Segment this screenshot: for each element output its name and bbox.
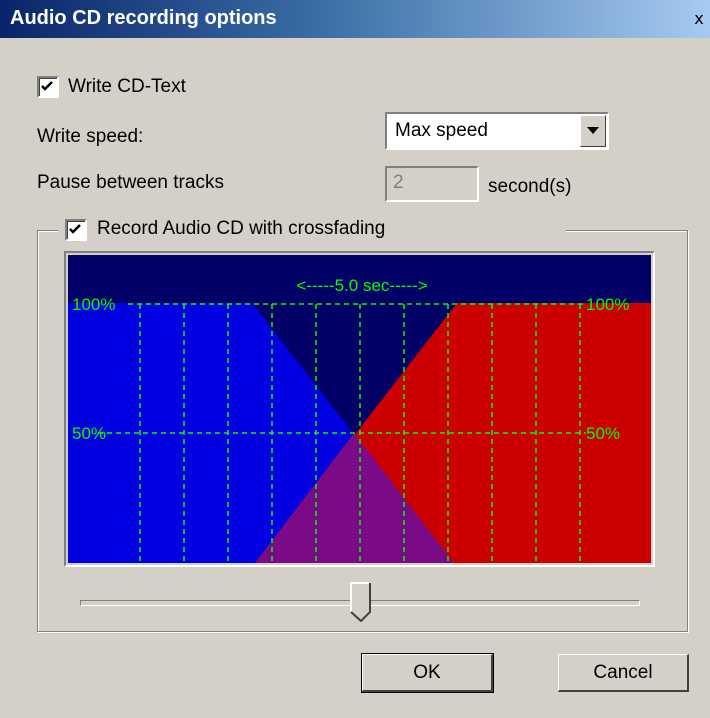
crossfade-graph: <-----5.0 sec-----> 100% 50% 100% 50% bbox=[68, 255, 651, 563]
crossfade-graph-frame: <-----5.0 sec-----> 100% 50% 100% 50% bbox=[64, 251, 655, 567]
write-speed-label: Write speed: bbox=[37, 126, 144, 147]
left-50-label: 50% bbox=[72, 424, 106, 443]
write-speed-value: Max speed bbox=[395, 120, 488, 141]
write-cdtext-checkbox[interactable] bbox=[37, 76, 59, 98]
window-title: Audio CD recording options bbox=[10, 7, 277, 29]
crossfade-checkbox[interactable] bbox=[65, 219, 87, 241]
pause-input[interactable]: 2 bbox=[385, 166, 479, 202]
ok-button[interactable]: OK bbox=[361, 653, 494, 693]
chevron-down-icon bbox=[587, 127, 599, 134]
cancel-button[interactable]: Cancel bbox=[558, 654, 689, 692]
close-icon[interactable]: x bbox=[690, 10, 708, 28]
pause-label: Pause between tracks bbox=[37, 172, 224, 193]
pause-unit-label: second(s) bbox=[488, 176, 572, 197]
checkmark-icon bbox=[41, 81, 53, 91]
checkmark-icon bbox=[69, 224, 81, 234]
dropdown-button[interactable] bbox=[580, 115, 606, 147]
write-cdtext-label: Write CD-Text bbox=[68, 76, 186, 97]
duration-label: <-----5.0 sec-----> bbox=[296, 276, 427, 295]
right-100-label: 100% bbox=[586, 295, 629, 314]
left-100-label: 100% bbox=[72, 295, 115, 314]
right-50-label: 50% bbox=[586, 424, 620, 443]
crossfade-label: Record Audio CD with crossfading bbox=[97, 218, 386, 239]
write-speed-select[interactable]: Max speed bbox=[385, 112, 609, 150]
crossfade-slider-thumb[interactable] bbox=[350, 582, 372, 622]
title-bar[interactable]: Audio CD recording options x bbox=[0, 0, 710, 38]
